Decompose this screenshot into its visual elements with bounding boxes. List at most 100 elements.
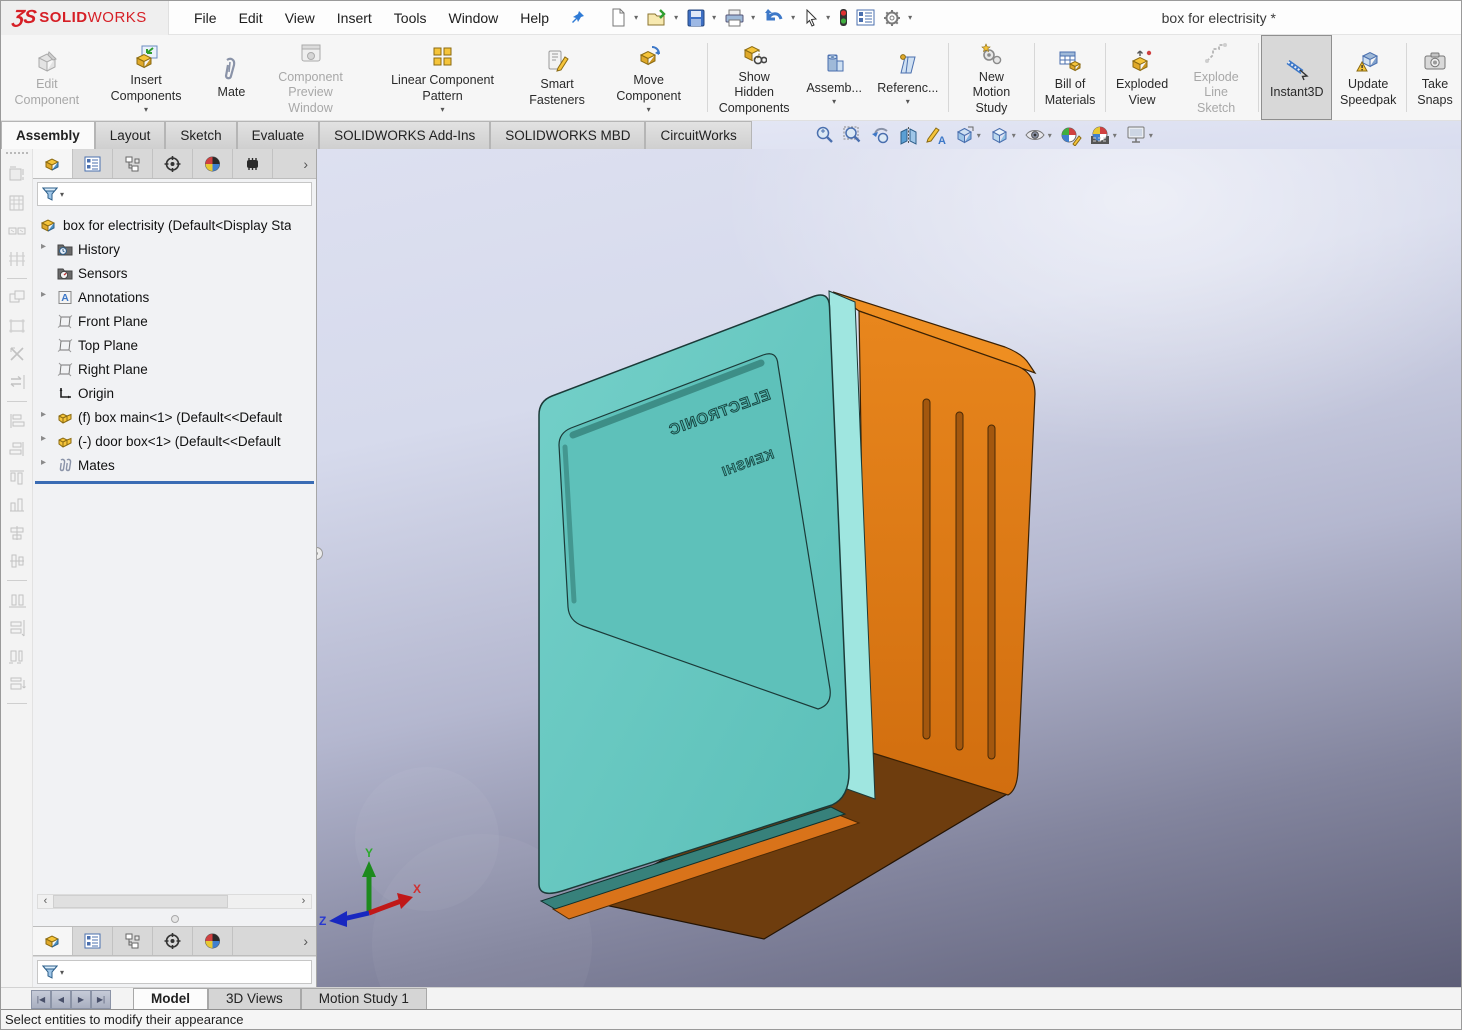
tab-solidworks-add-ins[interactable]: SOLIDWORKS Add-Ins (319, 121, 490, 149)
settings-gear-icon[interactable] (880, 7, 904, 29)
open-document-icon[interactable] (644, 7, 670, 29)
bill-of-materials-button[interactable]: Bill of Materials (1037, 35, 1103, 120)
left-toolbar-icon[interactable] (7, 590, 27, 610)
apply-scene-icon[interactable]: ▾ (1089, 125, 1118, 146)
panel-splitter[interactable] (33, 911, 316, 926)
graphics-viewport[interactable]: ELECTRONIC KENSHI Y X Z (317, 149, 1461, 987)
linear-component-pattern-button[interactable]: Linear Component Pattern ▾ (364, 35, 522, 120)
left-toolbar-icon[interactable] (7, 551, 27, 571)
expand-arrow[interactable]: ▸ (41, 457, 51, 468)
tree-item-mates[interactable]: ▸ Mates (33, 453, 316, 477)
vent-slot[interactable] (988, 425, 995, 759)
tab-evaluate[interactable]: Evaluate (237, 121, 320, 149)
previous-view-icon[interactable] (870, 125, 891, 146)
smart-fasteners-button[interactable]: Smart Fasteners (522, 35, 593, 120)
panel-expand-chevron[interactable]: › (295, 933, 316, 949)
left-toolbar-icon[interactable] (7, 523, 27, 543)
dropdown-caret[interactable]: ▾ (1149, 131, 1153, 140)
tab-assembly[interactable]: Assembly (1, 121, 95, 149)
left-toolbar-icon[interactable] (7, 165, 27, 185)
mate-button[interactable]: Mate (205, 35, 257, 120)
tree-filter-input[interactable]: ▾ (37, 182, 312, 206)
left-toolbar-icon[interactable] (7, 674, 27, 694)
left-toolbar-icon[interactable] (7, 344, 27, 364)
save-icon[interactable] (684, 7, 708, 29)
tab-property-manager-2[interactable] (73, 927, 113, 955)
first-tab-button[interactable]: |◀ (31, 990, 51, 1009)
left-toolbar-icon[interactable] (7, 249, 27, 269)
left-toolbar-icon[interactable] (7, 221, 27, 241)
dropdown-caret[interactable]: ▾ (1048, 131, 1052, 140)
dropdown-caret[interactable]: ▾ (712, 13, 716, 22)
print-icon[interactable] (722, 7, 747, 29)
menu-view[interactable]: View (274, 4, 326, 32)
left-toolbar-icon[interactable] (7, 372, 27, 392)
explode-line-sketch-button[interactable]: Explode Line Sketch (1176, 35, 1256, 120)
update-speedpak-button[interactable]: Update Speedpak (1332, 35, 1404, 120)
annotation-views-icon[interactable]: A (926, 125, 947, 146)
left-toolbar-icon[interactable] (7, 316, 27, 336)
tree-item-annotations[interactable]: ▸ A Annotations (33, 285, 316, 309)
tab-feature-manager[interactable] (33, 149, 73, 178)
tree-item-box-main[interactable]: ▸ (f) box main<1> (Default<<Default (33, 405, 316, 429)
scroll-left-arrow[interactable]: ‹ (38, 895, 53, 908)
left-toolbar-icon[interactable] (7, 467, 27, 487)
tree-item-assembly-root[interactable]: box for electrisity (Default<Display Sta (33, 213, 316, 237)
dropdown-caret[interactable]: ▾ (674, 13, 678, 22)
dropdown-caret[interactable]: ▾ (826, 13, 830, 22)
undo-icon[interactable] (761, 7, 787, 28)
selection-filter-traffic-light-icon[interactable] (836, 6, 851, 29)
dropdown-caret[interactable]: ▾ (751, 13, 755, 22)
assembly-features-button[interactable]: Assemb... ▾ (799, 35, 870, 120)
tab-model[interactable]: Model (133, 988, 208, 1009)
expand-arrow[interactable]: ▸ (41, 409, 51, 420)
dropdown-caret[interactable]: ▾ (791, 13, 795, 22)
left-toolbar-icon[interactable] (7, 411, 27, 431)
last-tab-button[interactable]: ▶| (91, 990, 111, 1009)
tab-configuration-manager-2[interactable] (113, 927, 153, 955)
tab-layout[interactable]: Layout (95, 121, 166, 149)
hide-show-items-icon[interactable]: ▾ (1024, 125, 1053, 146)
section-view-icon[interactable] (898, 125, 919, 146)
zoom-to-fit-icon[interactable] (814, 125, 835, 146)
view-orientation-icon[interactable]: ▾ (954, 125, 982, 146)
scroll-right-arrow[interactable]: › (296, 895, 311, 908)
dropdown-caret[interactable]: ▾ (908, 13, 912, 22)
tree-item-top-plane[interactable]: Top Plane (33, 333, 316, 357)
component-preview-window-button[interactable]: Component Preview Window (257, 35, 363, 120)
tree-item-door-box[interactable]: ▸ (-) door box<1> (Default<<Default (33, 429, 316, 453)
menu-help[interactable]: Help (509, 4, 560, 32)
edit-appearance-icon[interactable] (1060, 125, 1082, 146)
instant3d-button[interactable]: Instant3D (1261, 35, 1332, 120)
dropdown-caret[interactable]: ▾ (634, 13, 638, 22)
toolbar-grip[interactable] (6, 152, 28, 155)
tab-cam[interactable] (233, 149, 273, 178)
tab-3d-views[interactable]: 3D Views (208, 988, 301, 1009)
tab-circuitworks[interactable]: CircuitWorks (645, 121, 751, 149)
expand-arrow[interactable]: ▸ (41, 289, 51, 300)
edit-component-button[interactable]: Edit Component (7, 35, 87, 120)
tab-display-manager[interactable] (193, 149, 233, 178)
menu-file[interactable]: File (183, 4, 228, 32)
pin-icon[interactable] (570, 10, 585, 25)
new-document-icon[interactable] (607, 6, 630, 29)
box-right-face[interactable] (859, 311, 1035, 795)
next-tab-button[interactable]: ▶ (71, 990, 91, 1009)
tree-item-right-plane[interactable]: Right Plane (33, 357, 316, 381)
tab-motion-study-1[interactable]: Motion Study 1 (301, 988, 427, 1009)
vent-slot[interactable] (923, 399, 930, 739)
tree-item-origin[interactable]: Origin (33, 381, 316, 405)
options-list-icon[interactable] (853, 7, 878, 28)
tree-item-front-plane[interactable]: Front Plane (33, 309, 316, 333)
left-toolbar-icon[interactable] (7, 646, 27, 666)
dropdown-caret[interactable]: ▾ (1012, 131, 1016, 140)
tab-feature-manager-2[interactable] (33, 927, 73, 955)
tab-sketch[interactable]: Sketch (165, 121, 236, 149)
menu-edit[interactable]: Edit (228, 4, 274, 32)
left-toolbar-icon[interactable] (7, 495, 27, 515)
insert-components-button[interactable]: Insert Components ▾ (87, 35, 206, 120)
tab-dimxpert[interactable] (153, 149, 193, 178)
left-toolbar-icon[interactable] (7, 618, 27, 638)
show-hidden-components-button[interactable]: Show Hidden Components (710, 35, 799, 120)
tab-configuration-manager[interactable] (113, 149, 153, 178)
